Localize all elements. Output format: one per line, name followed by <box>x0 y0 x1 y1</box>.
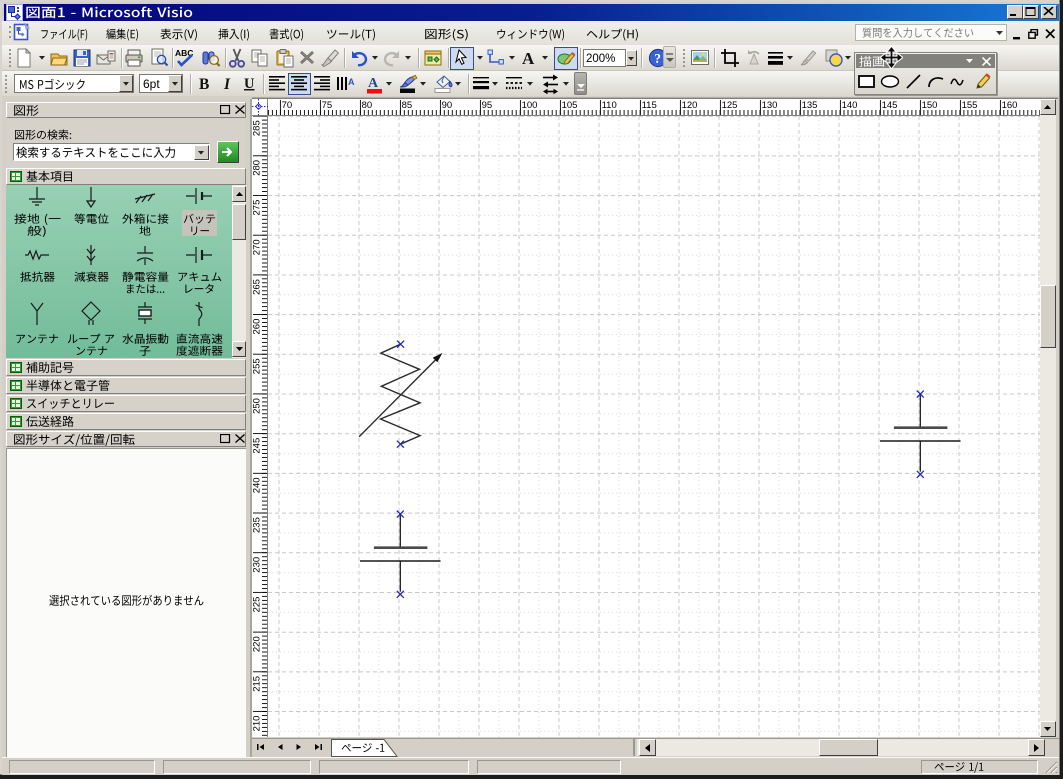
svg-text:240: 240 <box>252 477 263 493</box>
svg-text:200%: 200% <box>586 53 615 65</box>
svg-text:A: A <box>348 77 355 87</box>
svg-text:?: ? <box>654 51 661 66</box>
svg-text:210: 210 <box>252 716 263 732</box>
svg-text:95: 95 <box>482 100 493 111</box>
svg-text:115: 115 <box>642 100 657 111</box>
svg-text:275: 275 <box>252 200 263 216</box>
svg-text:70: 70 <box>282 100 293 111</box>
svg-text:265: 265 <box>252 279 263 295</box>
svg-text:230: 230 <box>252 557 263 573</box>
svg-text:130: 130 <box>762 100 778 111</box>
svg-text:105: 105 <box>562 100 578 111</box>
svg-text:225: 225 <box>252 597 263 613</box>
svg-text:A: A <box>368 76 379 91</box>
svg-text:150: 150 <box>922 100 938 111</box>
svg-text:280: 280 <box>252 160 263 176</box>
svg-text:110: 110 <box>602 100 617 111</box>
svg-text:285: 285 <box>252 120 263 136</box>
svg-text:6pt: 6pt <box>143 77 160 91</box>
svg-text:A: A <box>522 49 535 68</box>
svg-text:250: 250 <box>252 398 263 414</box>
svg-text:U: U <box>244 76 255 92</box>
svg-text:B: B <box>199 76 209 92</box>
svg-text:I: I <box>223 76 231 92</box>
svg-text:100: 100 <box>522 100 538 111</box>
svg-text:155: 155 <box>962 100 978 111</box>
svg-text:135: 135 <box>802 100 818 111</box>
svg-text:160: 160 <box>1002 100 1018 111</box>
svg-text:145: 145 <box>882 100 898 111</box>
svg-text:80: 80 <box>362 100 373 111</box>
svg-text:85: 85 <box>402 100 413 111</box>
svg-text:215: 215 <box>252 676 263 692</box>
svg-text:235: 235 <box>252 517 263 533</box>
svg-text:260: 260 <box>252 319 263 335</box>
svg-text:245: 245 <box>252 438 263 454</box>
svg-text:90: 90 <box>442 100 453 111</box>
svg-text:270: 270 <box>252 239 263 255</box>
svg-text:255: 255 <box>252 358 263 374</box>
svg-text:220: 220 <box>252 636 263 652</box>
svg-text:140: 140 <box>842 100 858 111</box>
svg-text:120: 120 <box>682 100 698 111</box>
svg-text:75: 75 <box>322 100 333 111</box>
svg-text:125: 125 <box>722 100 738 111</box>
